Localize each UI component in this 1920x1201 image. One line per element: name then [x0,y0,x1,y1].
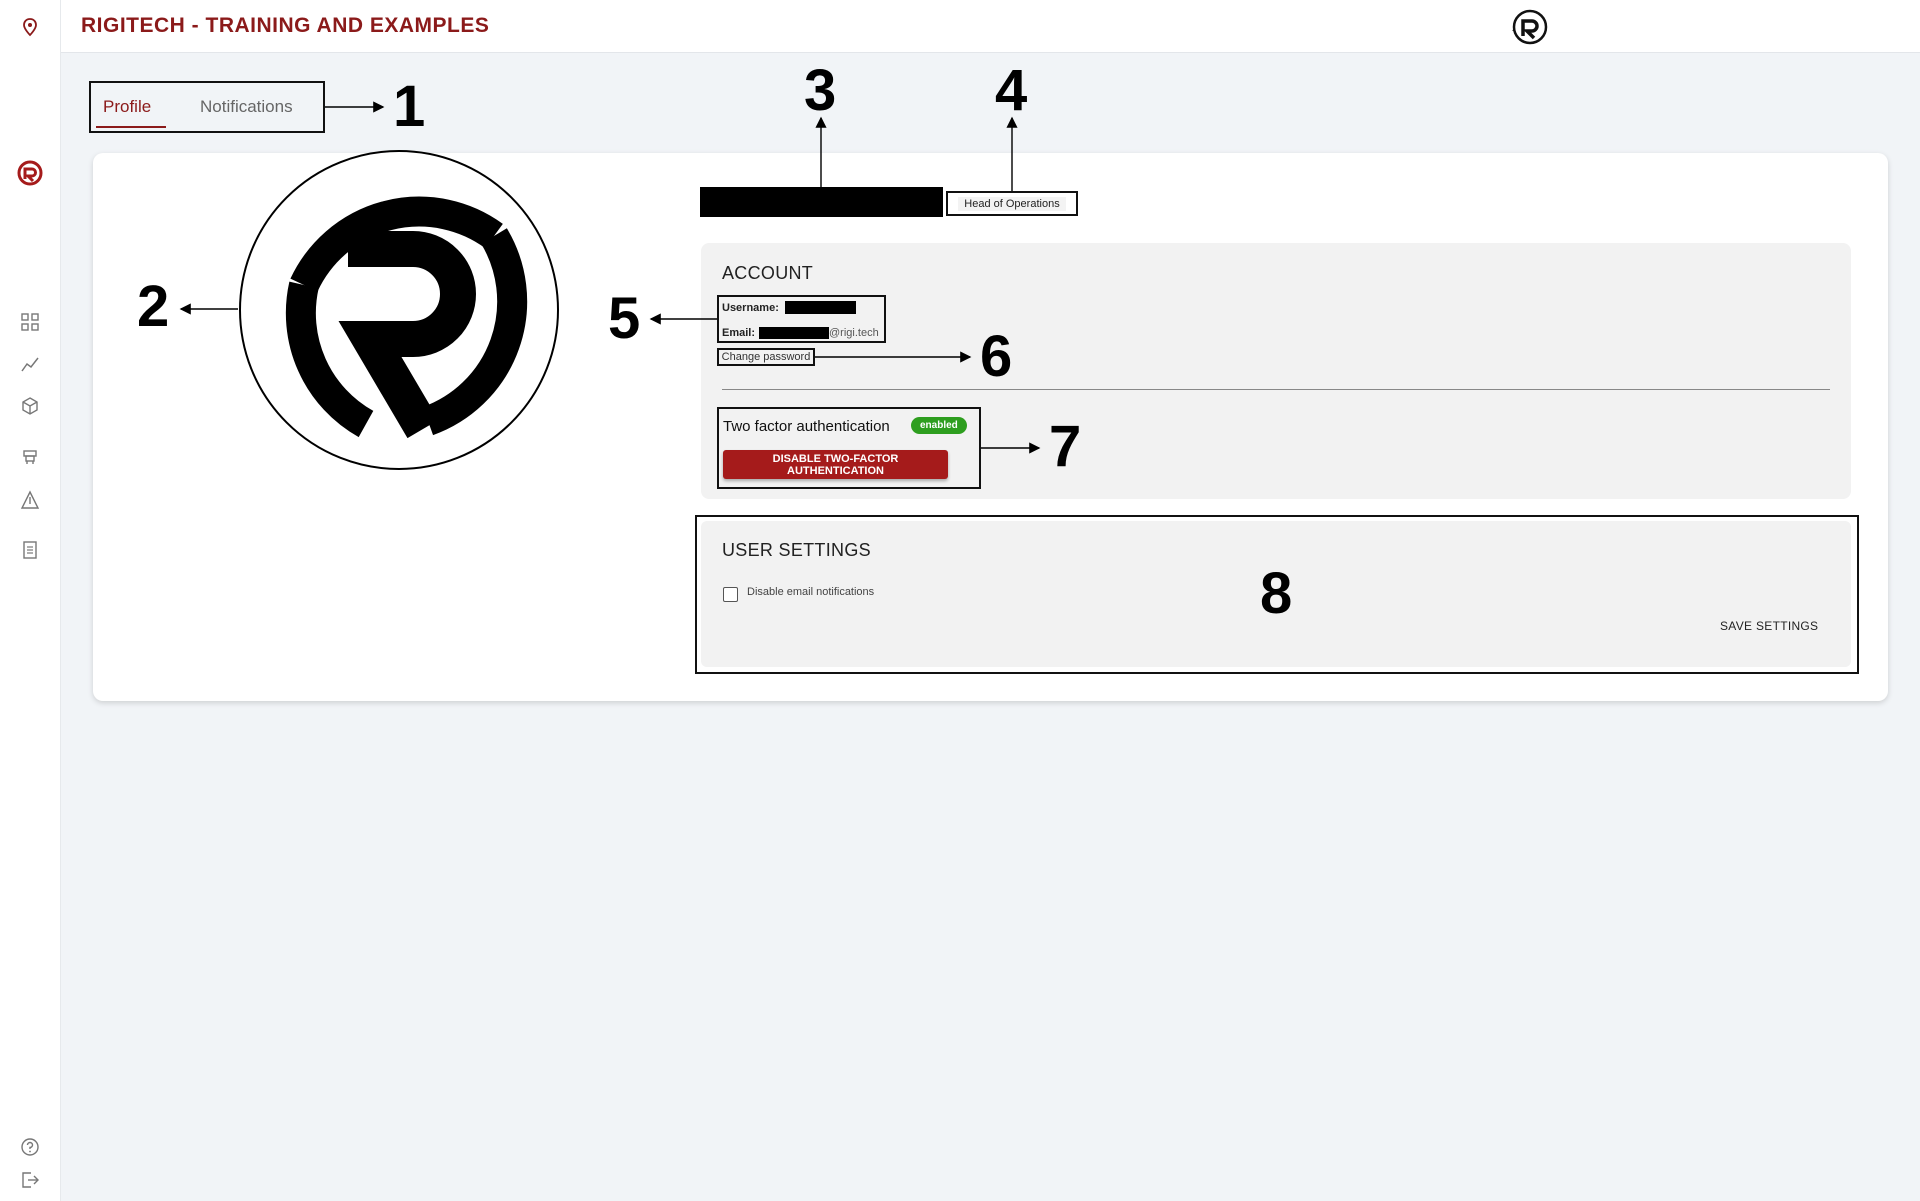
annotation-arrows [179,101,1041,454]
